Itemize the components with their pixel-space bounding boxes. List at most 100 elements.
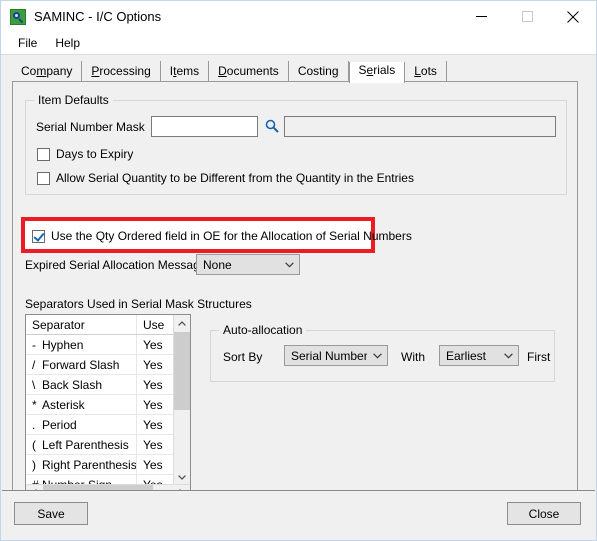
magnifier-icon[interactable] [264, 118, 280, 134]
table-row[interactable]: * Asterisk Yes [26, 394, 174, 415]
first-label: First [527, 350, 551, 364]
expired-serial-allocation-value: None [203, 257, 232, 272]
item-defaults-group: Item Defaults Serial Number Mask Days to… [25, 93, 567, 195]
close-button[interactable]: Close [507, 502, 581, 525]
separator-symbol: ) [32, 457, 36, 472]
window-controls [458, 1, 596, 32]
separators-vertical-scrollbar[interactable] [173, 315, 190, 486]
serials-tab-page: Item Defaults Serial Number Mask Days to… [12, 81, 578, 503]
use-qty-ordered-checkbox-box [32, 229, 45, 243]
allow-serial-quantity-different-checkbox-box [37, 171, 50, 185]
separator-cell: * Asterisk [26, 394, 137, 415]
use-cell: Yes [136, 414, 174, 435]
chevron-down-icon [279, 261, 299, 268]
separator-symbol: \ [32, 377, 36, 392]
tab-serials[interactable]: Serials [348, 62, 406, 83]
tab-serials-label: Serials [358, 63, 396, 77]
item-defaults-group-title: Item Defaults [34, 93, 113, 107]
days-to-expiry-label: Days to Expiry [56, 147, 134, 161]
separator-cell: \ Back Slash [26, 374, 137, 395]
table-row[interactable]: / Forward Slash Yes [26, 354, 174, 375]
use-qty-ordered-label: Use the Qty Ordered field in OE for the … [51, 229, 412, 243]
menu-bar: File Help [1, 32, 596, 55]
content-area: Company Processing Items Documents Costi… [2, 55, 595, 540]
tab-lots[interactable]: Lots [405, 61, 447, 82]
separator-name: Period [42, 417, 77, 432]
chevron-down-icon [498, 352, 518, 359]
separator-name: Back Slash [42, 377, 103, 392]
separator-symbol: . [32, 417, 36, 432]
tab-items-label: Items [169, 64, 200, 78]
separator-cell: / Forward Slash [26, 354, 137, 375]
vertical-scroll-thumb[interactable] [174, 332, 190, 410]
separators-grid[interactable]: Separator Use - Hyphen Yes / Forward Slash… [25, 314, 191, 502]
use-cell: Yes [136, 354, 174, 375]
auto-allocation-group-title: Auto-allocation [219, 323, 307, 337]
sort-by-dropdown[interactable]: Serial Number [284, 345, 388, 366]
column-header-use: Use [136, 315, 174, 335]
expired-serial-allocation-label: Expired Serial Allocation Message [25, 258, 207, 272]
menu-item-file[interactable]: File [9, 34, 46, 52]
separators-section-label: Separators Used in Serial Mask Structure… [25, 297, 252, 311]
table-row[interactable]: (Left Parenthesis Yes [26, 434, 174, 455]
days-to-expiry-checkbox-box [37, 147, 50, 161]
table-header-row: Separator Use [26, 315, 174, 335]
maximize-icon [521, 11, 533, 22]
expired-serial-allocation-dropdown[interactable]: None [196, 254, 300, 275]
tab-processing[interactable]: Processing [82, 61, 161, 82]
with-label: With [401, 350, 425, 364]
use-qty-ordered-checkbox[interactable]: Use the Qty Ordered field in OE for the … [32, 229, 412, 243]
title-bar: SAMINC - I/C Options [1, 1, 596, 32]
sort-by-label: Sort By [223, 350, 263, 364]
with-dropdown[interactable]: Earliest [439, 345, 519, 366]
save-button[interactable]: Save [14, 502, 88, 525]
use-cell: Yes [136, 454, 174, 475]
tab-items[interactable]: Items [160, 61, 210, 82]
table-row[interactable]: ) Right Parenthesis Yes [26, 454, 174, 475]
use-cell: Yes [136, 434, 174, 455]
days-to-expiry-checkbox[interactable]: Days to Expiry [37, 147, 133, 161]
separator-cell: - Hyphen [26, 334, 137, 355]
separator-symbol: ( [32, 437, 36, 452]
footer-bar: Save Close [2, 490, 595, 539]
minimize-button[interactable] [458, 1, 504, 32]
menu-item-help[interactable]: Help [46, 34, 89, 52]
serial-number-mask-description [284, 116, 556, 137]
allow-serial-quantity-different-label: Allow Serial Quantity to be Different fr… [56, 171, 414, 185]
use-cell: Yes [136, 394, 174, 415]
tab-processing-label: Processing [91, 64, 151, 78]
sort-by-value: Serial Number [291, 348, 367, 363]
separator-symbol: - [32, 337, 36, 352]
scroll-up-icon[interactable] [174, 315, 190, 332]
separator-symbol: * [32, 397, 37, 412]
separator-cell: . Period [26, 414, 137, 435]
tab-costing[interactable]: Costing [288, 61, 349, 82]
separator-name: Right Parenthesis [42, 457, 137, 472]
table-row[interactable]: - Hyphen Yes [26, 334, 174, 355]
separators-grid-viewport: Separator Use - Hyphen Yes / Forward Slash… [26, 315, 174, 486]
ic-options-window: SAMINC - I/C Options File Help Company P… [0, 0, 597, 541]
app-icon [10, 8, 26, 25]
use-cell: Yes [136, 334, 174, 355]
chevron-down-icon [367, 352, 387, 359]
separator-cell: ) Right Parenthesis [26, 454, 137, 475]
separators-table: Separator Use - Hyphen Yes / Forward Slash… [26, 315, 174, 486]
serial-number-mask-label: Serial Number Mask [36, 120, 145, 134]
window-title: SAMINC - I/C Options [34, 9, 162, 24]
serial-number-mask-input[interactable] [151, 116, 258, 137]
table-row[interactable]: . Period Yes [26, 414, 174, 435]
auto-allocation-group: Auto-allocation Sort By Serial Number Wi… [210, 323, 555, 382]
allow-serial-quantity-different-checkbox[interactable]: Allow Serial Quantity to be Different fr… [37, 171, 414, 185]
maximize-button[interactable] [504, 1, 550, 32]
tab-costing-label: Costing [297, 64, 339, 78]
tab-company[interactable]: Company [12, 61, 83, 82]
close-button[interactable] [550, 1, 596, 32]
table-row[interactable]: \ Back Slash Yes [26, 374, 174, 395]
use-cell: Yes [136, 374, 174, 395]
with-value: Earliest [446, 348, 487, 363]
tab-documents-label: Documents [218, 64, 279, 78]
separator-cell: (Left Parenthesis [26, 434, 137, 455]
separator-name: Forward Slash [42, 357, 120, 372]
close-icon [567, 10, 579, 23]
tab-documents[interactable]: Documents [209, 61, 289, 82]
